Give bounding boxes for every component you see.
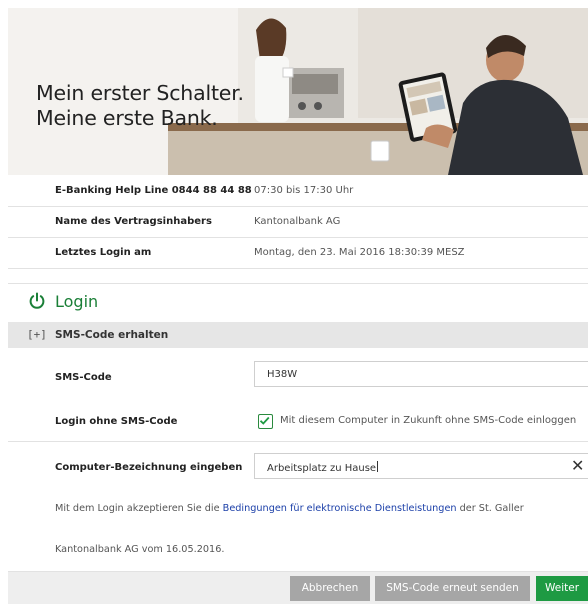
computer-name-label: Computer-Bezeichnung eingeben [55, 462, 243, 473]
button-bar: Abbrechen SMS-Code erneut senden Weiter [8, 571, 588, 604]
computer-name-input[interactable]: Arbeitsplatz zu Hause [254, 453, 588, 479]
text-cursor [377, 461, 379, 472]
info-row-contract-holder: Name des Vertragsinhabers Kantonalbank A… [8, 207, 588, 238]
hero-tagline-line1: Mein erster Schalter. [36, 81, 244, 105]
login-header: Login [8, 283, 588, 320]
info-value: 07:30 bis 17:30 Uhr [254, 185, 354, 196]
remember-computer-checkbox[interactable] [258, 414, 273, 429]
sms-code-value: H38W [267, 369, 298, 380]
sms-section-toggle[interactable]: [+] SMS-Code erhalten [8, 322, 588, 348]
next-button[interactable]: Weiter [536, 576, 588, 601]
info-label: Name des Vertragsinhabers [55, 216, 212, 227]
terms-before: Mit dem Login akzeptieren Sie die [55, 503, 223, 514]
hero-tagline-line2: Meine erste Bank. [36, 106, 218, 130]
hero-tagline: Mein erster Schalter. Meine erste Bank. [36, 81, 244, 131]
login-title: Login [55, 292, 99, 311]
info-row-helpline: E-Banking Help Line 0844 88 44 88 07:30 … [8, 176, 588, 207]
checkmark-icon [259, 416, 270, 425]
divider [8, 441, 588, 442]
cancel-button[interactable]: Abbrechen [290, 576, 370, 601]
computer-name-value: Arbeitsplatz zu Hause [267, 463, 377, 474]
info-value: Kantonalbank AG [254, 216, 341, 227]
clear-icon[interactable]: ✕ [571, 456, 584, 475]
no-sms-label: Login ohne SMS-Code [55, 416, 178, 427]
terms-text-line2: Kantonalbank AG vom 16.05.2016. [55, 544, 225, 555]
sms-code-input[interactable]: H38W [254, 361, 588, 387]
info-label: Letztes Login am [55, 247, 152, 258]
terms-after: der St. Galler [456, 503, 524, 514]
info-row-last-login: Letztes Login am Montag, den 23. Mai 201… [8, 238, 588, 269]
terms-link[interactable]: Bedingungen für elektronische Dienstleis… [223, 503, 457, 514]
resend-sms-button[interactable]: SMS-Code erneut senden [375, 576, 530, 601]
hero-banner: Mein erster Schalter. Meine erste Bank. [8, 8, 588, 175]
terms-text: Mit dem Login akzeptieren Sie die Beding… [55, 503, 524, 514]
sms-code-label: SMS-Code [55, 372, 112, 383]
sms-section-label: SMS-Code erhalten [55, 329, 169, 341]
info-label: E-Banking Help Line 0844 88 44 88 [55, 185, 252, 196]
info-value: Montag, den 23. Mai 2016 18:30:39 MESZ [254, 247, 465, 258]
power-icon [29, 292, 45, 309]
remember-computer-label[interactable]: Mit diesem Computer in Zukunft ohne SMS-… [280, 415, 576, 426]
expand-icon[interactable]: [+] [27, 328, 47, 341]
